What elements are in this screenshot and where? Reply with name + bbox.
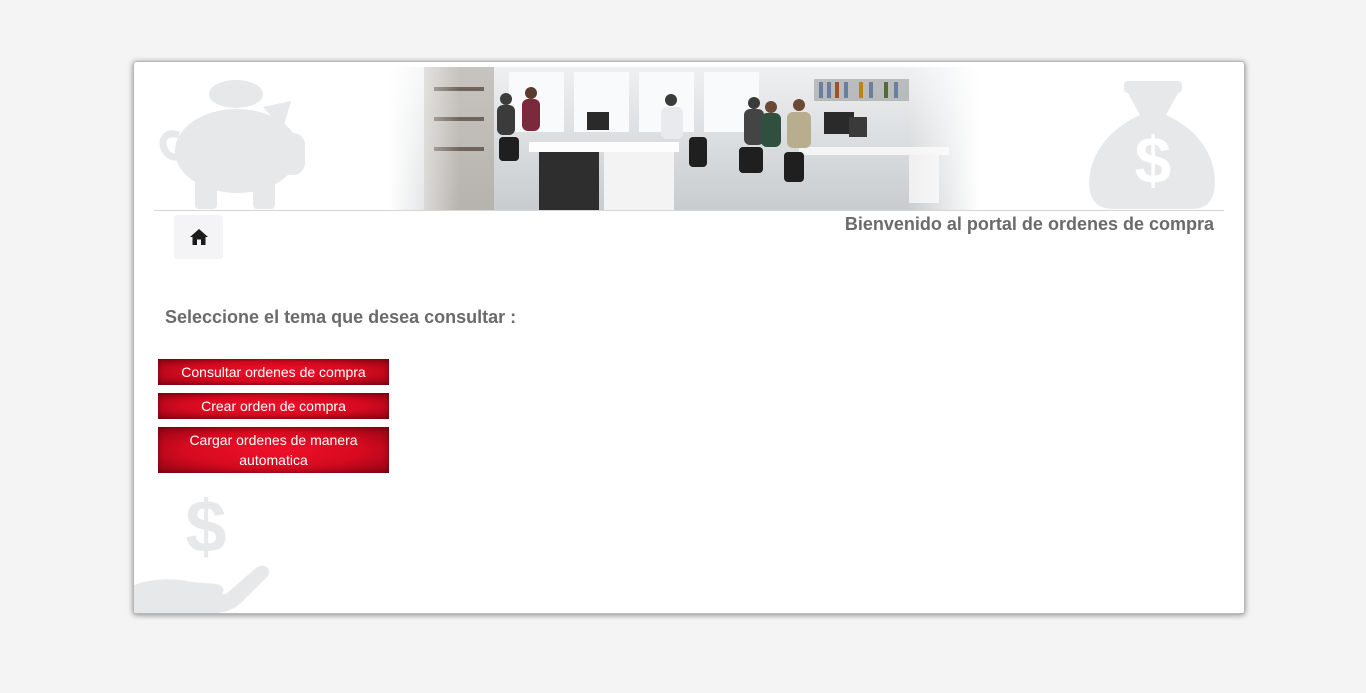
crear-orden-button[interactable]: Crear orden de compra (158, 393, 389, 419)
money-bag-icon: $ (1089, 81, 1215, 209)
svg-text:$: $ (185, 485, 226, 568)
cargar-ordenes-automatica-button[interactable]: Cargar ordenes de manera automatica (158, 427, 389, 473)
header-divider (154, 210, 1224, 211)
welcome-title: Bienvenido al portal de ordenes de compr… (844, 214, 1214, 234)
portal-card: $ Bienvenido al portal de ordenes de com… (133, 61, 1245, 614)
header-banner: $ (134, 67, 1244, 210)
office-banner-image (389, 67, 979, 210)
hand-coin-icon: $ (134, 485, 270, 613)
consultar-ordenes-button[interactable]: Consultar ordenes de compra (158, 359, 389, 385)
home-button[interactable] (174, 215, 223, 259)
home-icon (189, 229, 208, 245)
topic-prompt: Seleccione el tema que desea consultar : (165, 307, 517, 327)
piggy-bank-icon (159, 80, 305, 209)
svg-text:$: $ (1135, 123, 1172, 197)
